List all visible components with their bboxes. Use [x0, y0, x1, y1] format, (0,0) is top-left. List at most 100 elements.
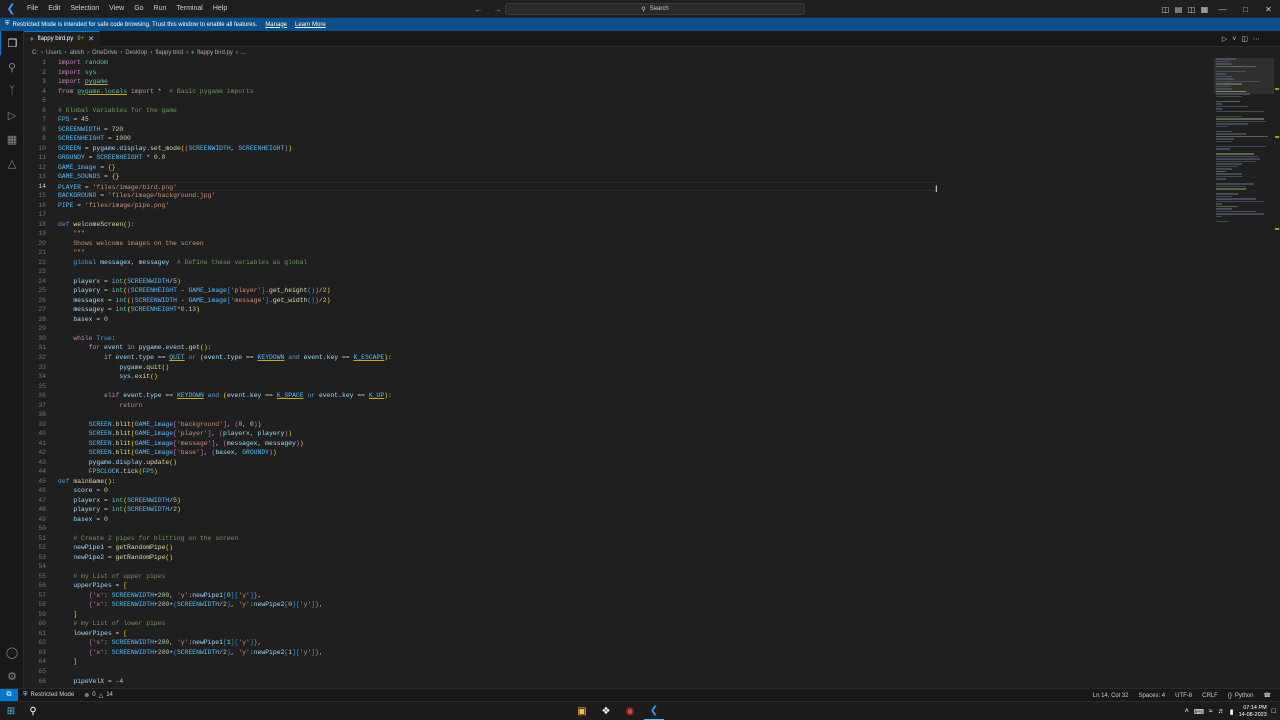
toggle-panel-icon[interactable]: ▤: [1172, 0, 1185, 18]
search-icon[interactable]: ⚲: [0, 55, 24, 79]
minimap-line: [1216, 133, 1246, 135]
vertical-scrollbar[interactable]: [1274, 58, 1280, 688]
minimap-line: [1216, 138, 1234, 140]
back-arrow-icon[interactable]: ←: [474, 4, 483, 14]
explorer-icon[interactable]: ❐: [0, 31, 24, 55]
settings-icon[interactable]: ⚙: [0, 664, 24, 688]
line-number: 47: [38, 496, 46, 504]
code-content[interactable]: import random import sys import pygame f…: [58, 58, 1208, 686]
account-icon[interactable]: ◯: [0, 640, 24, 664]
breadcrumb-item[interactable]: flappy bird: [155, 50, 183, 56]
code-line: SCREENWIDTH = 720: [58, 125, 124, 133]
notifications-icon[interactable]: ☎: [1259, 692, 1276, 699]
line-number: 37: [38, 401, 46, 409]
wifi-icon[interactable]: ≈: [1209, 708, 1213, 715]
chevron-down-icon[interactable]: ˅: [1232, 36, 1236, 43]
line-number: 26: [38, 296, 46, 304]
breadcrumb-item[interactable]: flappy bird.py: [197, 50, 233, 56]
problems-status[interactable]: ⊗ 0 △ 14: [79, 692, 118, 699]
breadcrumb-item[interactable]: C:: [32, 50, 38, 56]
tab-flappy-bird-py[interactable]: ♦ flappy bird.py 9+ ✕: [24, 30, 100, 47]
file-encoding[interactable]: UTF-8: [1170, 693, 1197, 699]
customize-layout-icon[interactable]: ▦: [1198, 0, 1211, 18]
breadcrumb-item[interactable]: Desktop: [125, 50, 147, 56]
clock[interactable]: 07:14 PM 14-08-2023: [1239, 705, 1267, 719]
line-number: 27: [38, 306, 46, 314]
minimap-line: [1216, 105, 1248, 107]
minimap-line: [1216, 198, 1256, 200]
file-explorer-icon[interactable]: ▣: [572, 702, 592, 720]
code-line: basex = 0: [73, 315, 108, 323]
breadcrumb-item[interactable]: Users: [46, 50, 62, 56]
language-mode[interactable]: {} Python: [1223, 693, 1259, 699]
line-number: 8: [42, 125, 46, 133]
run-python-file-icon[interactable]: ▷: [1222, 35, 1227, 43]
line-number: 18: [38, 220, 46, 228]
chevron-up-icon[interactable]: ˄: [1185, 708, 1189, 715]
toggle-primary-sidebar-icon[interactable]: ◫: [1159, 0, 1172, 18]
volume-icon[interactable]: ♬: [1218, 708, 1225, 715]
split-editor-icon[interactable]: ◫: [1241, 35, 1248, 43]
menu-file[interactable]: File: [22, 0, 43, 18]
menu-help[interactable]: Help: [208, 0, 232, 18]
restricted-mode-status[interactable]: ⛨ Restricted Mode: [18, 692, 79, 699]
chrome-icon[interactable]: ◉: [620, 702, 640, 720]
command-center-search[interactable]: ⚲ Search: [505, 3, 805, 15]
menu-bar: File Edit Selection View Go Run Terminal…: [22, 0, 232, 18]
search-icon[interactable]: ⚲: [22, 702, 44, 720]
close-button[interactable]: ✕: [1257, 0, 1280, 18]
menu-selection[interactable]: Selection: [65, 0, 104, 18]
learn-more-link[interactable]: Learn More: [295, 22, 326, 28]
code-line: GAME_SOUNDS = {}: [58, 173, 120, 181]
remote-indicator-icon[interactable]: ⧉: [0, 688, 18, 702]
line-number: 62: [38, 639, 46, 647]
line-number: 28: [38, 315, 46, 323]
minimap-line: [1216, 115, 1242, 117]
maximize-button[interactable]: □: [1234, 0, 1257, 18]
minimap-line: [1216, 193, 1238, 195]
testing-icon[interactable]: △: [0, 151, 24, 175]
toggle-secondary-sidebar-icon[interactable]: ◫: [1185, 0, 1198, 18]
run-debug-icon[interactable]: ▷: [0, 103, 24, 127]
end-of-line[interactable]: CRLF: [1197, 693, 1223, 699]
minimap-line: [1216, 88, 1232, 90]
breadcrumb-item[interactable]: OneDrive: [92, 50, 117, 56]
menu-view[interactable]: View: [104, 0, 129, 18]
restricted-mode-banner: ⛨ Restricted Mode is intended for safe c…: [0, 18, 1280, 31]
menu-terminal[interactable]: Terminal: [171, 0, 207, 18]
minimap[interactable]: [1216, 58, 1274, 298]
source-control-icon[interactable]: ᛉ: [0, 79, 24, 103]
error-icon: ⊗: [84, 692, 90, 699]
extensions-icon[interactable]: ▦: [0, 127, 24, 151]
minimap-line: [1216, 145, 1266, 147]
vscode-icon[interactable]: ❮: [644, 702, 664, 720]
menu-edit[interactable]: Edit: [43, 0, 65, 18]
clock-time: 07:14 PM: [1243, 704, 1267, 711]
manage-link[interactable]: Manage: [265, 22, 287, 28]
code-line: FPSCLOCK.tick(FPS): [88, 468, 158, 476]
app-icon[interactable]: ❖: [596, 702, 616, 720]
vscode-icon: ❮: [6, 3, 16, 15]
keyboard-icon[interactable]: ⌨: [1194, 708, 1204, 716]
code-line: global messagex, messagey # Define these…: [73, 258, 308, 266]
more-actions-icon[interactable]: ⋯: [1253, 35, 1260, 43]
windows-start-icon[interactable]: ⊞: [0, 702, 22, 720]
minimize-button[interactable]: —: [1211, 0, 1234, 18]
menu-run[interactable]: Run: [149, 0, 172, 18]
close-tab-icon[interactable]: ✕: [88, 35, 94, 43]
notification-center-icon[interactable]: □: [1272, 708, 1276, 715]
breadcrumb-item[interactable]: ...: [241, 50, 246, 56]
forward-arrow-icon[interactable]: →: [493, 4, 502, 14]
code-editor[interactable]: 1 2 3 4 5 6 7 8 9 10 11 12 13 14 15 16 17 18 19 20 21 22 23 24 2…: [24, 58, 1214, 688]
minimap-line: [1216, 63, 1232, 65]
line-number: 15: [38, 192, 46, 200]
menu-go[interactable]: Go: [129, 0, 148, 18]
line-number: 17: [38, 211, 46, 219]
cursor-position[interactable]: Ln 14, Col 32: [1088, 693, 1134, 699]
restricted-mode-label: Restricted Mode: [30, 692, 75, 698]
indentation[interactable]: Spaces: 4: [1133, 693, 1170, 699]
breadcrumb-item[interactable]: abish: [70, 50, 84, 56]
minimap-line: [1216, 108, 1222, 110]
battery-icon[interactable]: ▮: [1230, 708, 1234, 716]
